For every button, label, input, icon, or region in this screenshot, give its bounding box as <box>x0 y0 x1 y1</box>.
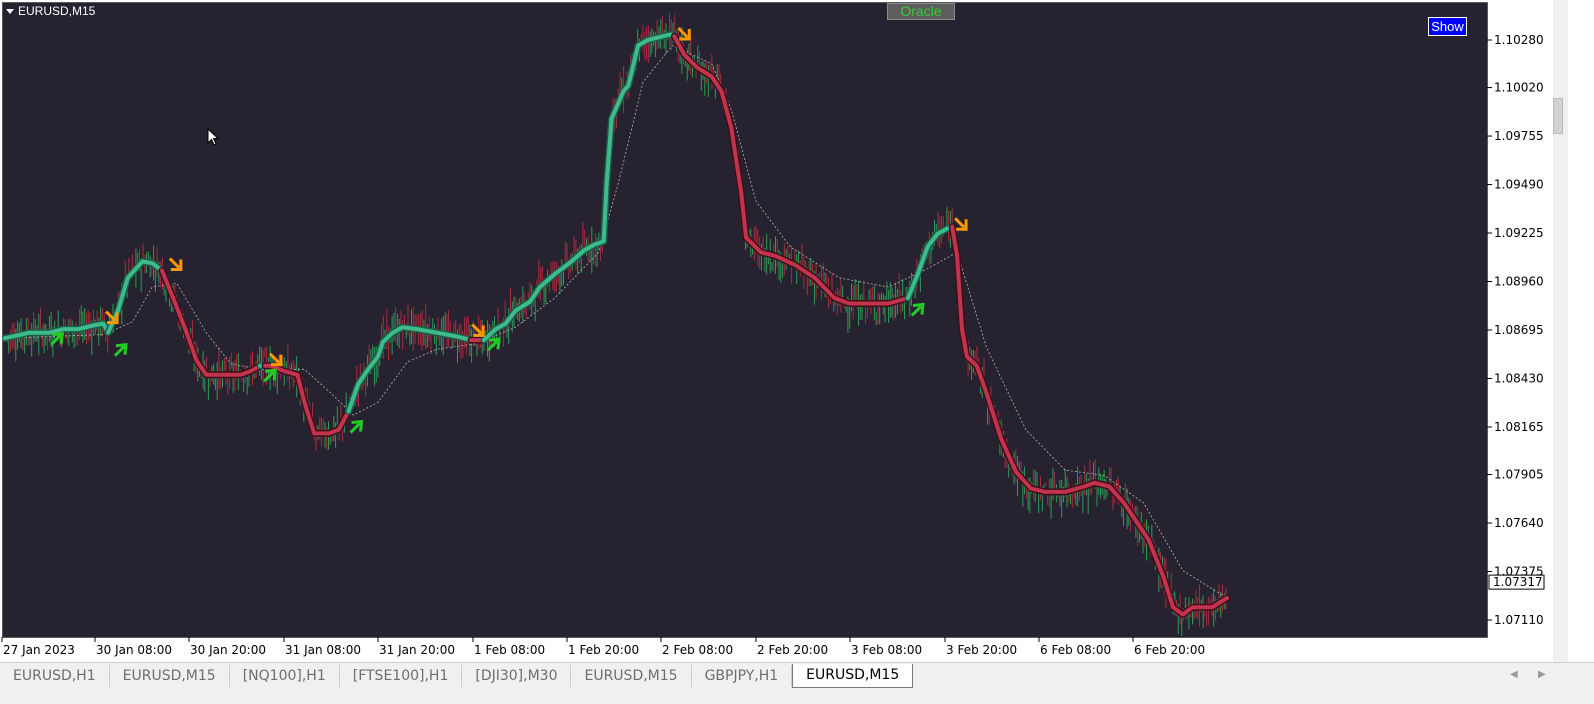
plot-layer <box>3 13 1231 636</box>
tab-nq100-h1[interactable]: [NQ100],H1 <box>230 665 340 687</box>
price-chart: 1.071101.073751.076401.079051.081651.084… <box>1 13 1545 657</box>
y-tick-label: 1.10280 <box>1494 33 1544 47</box>
tab-eurusd-m15[interactable]: EURUSD,M15 <box>792 664 914 688</box>
downtrend-line <box>160 268 263 377</box>
tab-eurusd-h1[interactable]: EURUSD,H1 <box>0 665 110 687</box>
x-tick-label: 3 Feb 20:00 <box>946 643 1017 657</box>
buy-arrow-icon <box>113 343 128 357</box>
sell-arrow-shaft <box>954 217 966 229</box>
current-price-label: 1.07317 <box>1493 575 1543 589</box>
tab-gbpjpy-h1[interactable]: GBPJPY,H1 <box>692 665 793 687</box>
uptrend-line <box>482 32 677 343</box>
x-tick-label: 6 Feb 20:00 <box>1134 643 1205 657</box>
tab-list: EURUSD,H1 EURUSD,M15 [NQ100],H1 [FTSE100],H… <box>0 664 914 688</box>
y-tick-label: 1.08960 <box>1494 275 1544 289</box>
uptrend-line-shadow <box>904 223 956 302</box>
tab-ftse100-h1[interactable]: [FTSE100],H1 <box>340 665 463 687</box>
y-tick-label: 1.09490 <box>1494 178 1544 192</box>
oracle-button[interactable]: Oracle <box>887 3 955 20</box>
x-tick-label: 31 Jan 20:00 <box>379 643 455 657</box>
x-tick-label: 1 Feb 20:00 <box>568 643 639 657</box>
chart-tab-bar: EURUSD,H1 EURUSD,M15 [NQ100],H1 [FTSE100],H… <box>0 662 1594 704</box>
y-tick-label: 1.08165 <box>1494 420 1544 434</box>
x-tick-label: 6 Feb 08:00 <box>1040 643 1111 657</box>
downtrend-line-shadow <box>158 267 264 379</box>
mouse-cursor-icon <box>207 128 220 146</box>
x-tick-label: 31 Jan 08:00 <box>285 643 361 657</box>
x-tick-label: 1 Feb 08:00 <box>474 643 545 657</box>
x-tick-label: 30 Jan 08:00 <box>96 643 172 657</box>
buy-arrow-icon <box>910 302 925 317</box>
y-tick-label: 1.10020 <box>1494 81 1544 95</box>
tab-eurusd-m15[interactable]: EURUSD,M15 <box>110 665 230 687</box>
x-tick-label: 27 Jan 2023 <box>3 643 75 657</box>
buy-arrow-icon <box>263 368 277 383</box>
sell-arrow-icon <box>168 257 183 272</box>
dotted-trend-line <box>4 45 1228 599</box>
downtrend-line <box>672 34 910 306</box>
scrollbar-thumb[interactable] <box>1553 98 1563 134</box>
y-tick-label: 1.08695 <box>1494 323 1544 337</box>
chart-window[interactable]: 1.07110 1.07375 1.07640 1.07905 1.08165 1.084… <box>0 0 1568 662</box>
y-tick-label: 1.09755 <box>1494 129 1544 143</box>
tab-scroll-left-icon[interactable]: ◀ <box>1510 669 1518 680</box>
chart-title[interactable]: EURUSD,M15 <box>6 4 95 18</box>
tab-eurusd-m15[interactable]: EURUSD,M15 <box>571 665 692 687</box>
tab-dji30-m30[interactable]: [DJI30],M30 <box>462 665 572 687</box>
y-tick-label: 1.09225 <box>1494 226 1544 240</box>
chart-symbol-label: EURUSD,M15 <box>18 4 96 18</box>
x-tick-label: 3 Feb 08:00 <box>851 643 922 657</box>
x-tick-label: 2 Feb 08:00 <box>662 643 733 657</box>
y-tick-label: 1.07110 <box>1494 613 1544 627</box>
tab-scroll-right-icon[interactable]: ▶ <box>1538 669 1546 680</box>
uptrend-line-shadow <box>480 31 678 344</box>
buy-arrow-shaft <box>910 305 923 317</box>
sell-arrow-shaft <box>268 352 281 364</box>
sell-arrow-shaft <box>168 257 180 269</box>
buy-arrow-shaft <box>349 422 361 434</box>
x-tick-label: 2 Feb 20:00 <box>757 643 828 657</box>
show-button[interactable]: Show <box>1428 17 1467 36</box>
triangle-down-icon[interactable] <box>6 9 14 14</box>
downtrend-line <box>950 224 1229 617</box>
y-tick-label: 1.07905 <box>1494 468 1544 482</box>
x-tick-label: 30 Jan 20:00 <box>190 643 266 657</box>
buy-arrow-icon <box>349 419 364 434</box>
sell-arrow-icon <box>954 217 968 231</box>
uptrend-line <box>3 321 111 341</box>
y-tick-label: 1.07640 <box>1494 516 1544 530</box>
buy-arrow-shaft <box>113 345 126 357</box>
y-tick-label: 1.08430 <box>1494 371 1544 385</box>
